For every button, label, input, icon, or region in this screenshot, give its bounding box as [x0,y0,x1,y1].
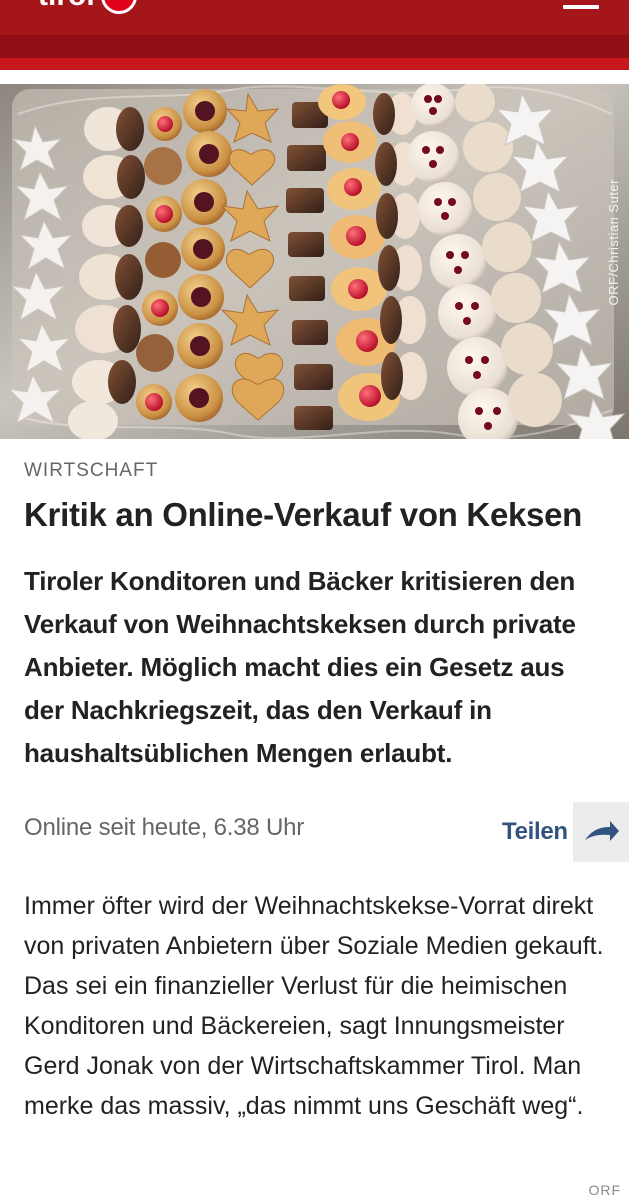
cookie-platter-image [0,84,629,439]
article-lead: Tiroler Konditoren und Bäcker kritisiere… [24,566,576,768]
menu-line [563,5,599,9]
header-band [0,35,629,58]
article-source: ORF [588,1182,621,1198]
orf-circle-icon [100,0,137,14]
article-body: Immer öfter wird der Weihnachtskekse-Vor… [24,892,604,1120]
article-title: Kritik an Online-Verkauf von Keksen [24,496,583,533]
publish-time: Online seit heute, 6.38 Uhr [24,814,305,841]
article-category: WIRTSCHAFT [24,460,159,481]
menu-icon[interactable] [556,0,606,14]
article-image: ORF/Christian Suter [0,84,629,439]
share-arrow-svg [585,821,619,841]
photo-credit: ORF/Christian Suter [606,179,621,306]
app-header: tirol [0,0,629,58]
brand-name: tirol [38,0,95,13]
share-arrow-icon[interactable] [573,802,629,862]
brand-logo[interactable]: tirol [38,0,137,14]
share-label: Teilen [502,818,568,845]
share-button[interactable]: Teilen [502,802,629,862]
header-strip [0,58,629,70]
